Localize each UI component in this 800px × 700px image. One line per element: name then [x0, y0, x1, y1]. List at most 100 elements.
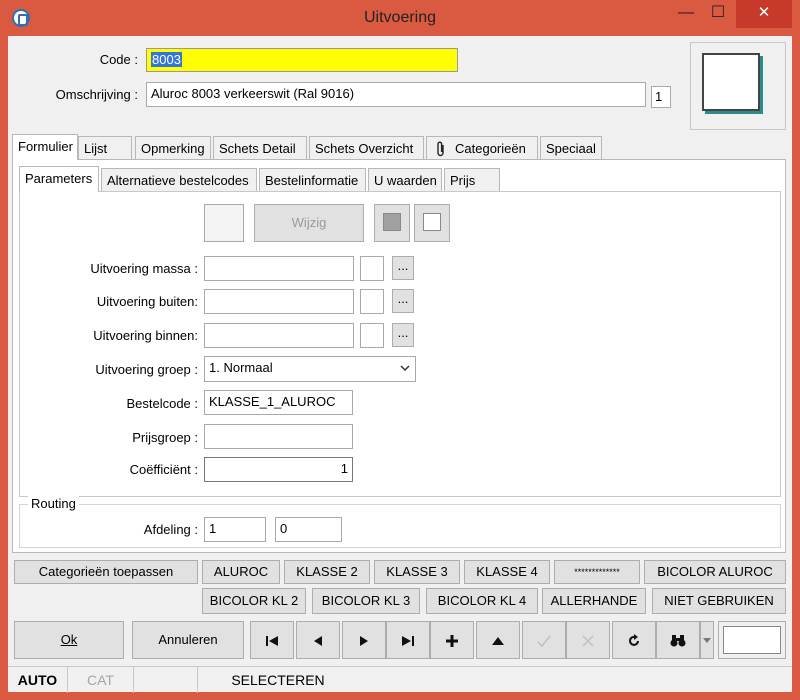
code-label: Code : — [99, 52, 138, 67]
code-input[interactable]: 8003 — [146, 48, 458, 72]
cat-niet-gebruiken-button[interactable]: NIET GEBRUIKEN — [652, 588, 786, 614]
search-options-button[interactable] — [700, 621, 714, 659]
cat-klasse-3-button[interactable]: KLASSE 3 — [374, 560, 460, 584]
first-record-button[interactable] — [250, 621, 294, 659]
previous-icon — [314, 636, 322, 647]
tab-categorieen[interactable]: Categorieën — [426, 136, 538, 160]
plus-icon — [446, 635, 458, 648]
dialog-client: Code : 8003 Omschrijving : Aluroc 8003 v… — [8, 36, 792, 693]
subtab-alternatieve-bestelcodes[interactable]: Alternatieve bestelcodes — [101, 168, 257, 192]
ok-button[interactable]: Ok — [14, 621, 124, 659]
binnen-label: Uitvoering binnen: — [93, 328, 198, 343]
binnen-browse-button[interactable]: ... — [392, 323, 414, 347]
first-icon — [266, 636, 278, 647]
maximize-button[interactable]: ☐ — [702, 0, 734, 28]
binnen-color-box[interactable] — [360, 323, 384, 348]
buiten-color-box[interactable] — [360, 289, 384, 314]
massa-input[interactable] — [204, 256, 354, 281]
cancel-record-button[interactable] — [566, 621, 610, 659]
coefficient-label: Coëfficiënt : — [129, 462, 198, 477]
massa-color-box[interactable] — [360, 256, 384, 281]
counter-field: 1 — [651, 86, 671, 108]
add-record-button[interactable] — [430, 621, 474, 659]
status-bar: AUTO CAT SELECTEREN — [8, 666, 792, 693]
tab-formulier[interactable]: Formulier — [12, 134, 78, 160]
checkmark-icon — [537, 635, 551, 648]
status-auto: AUTO — [8, 667, 68, 693]
status-selecteren: SELECTEREN — [231, 672, 325, 688]
subtab-bestelinformatie[interactable]: Bestelinformatie — [259, 168, 366, 192]
quick-search-input[interactable] — [723, 626, 781, 654]
parameters-panel: Wijzig Uitvoering massa : ... Uitvoering… — [19, 191, 781, 497]
subtab-parameters[interactable]: Parameters — [19, 166, 99, 192]
close-button[interactable]: ✕ — [736, 0, 792, 28]
buiten-input[interactable] — [204, 289, 354, 314]
chevron-down-icon — [400, 365, 410, 372]
wijzig-button[interactable]: Wijzig — [254, 204, 364, 242]
afdeling-input-1[interactable]: 1 — [204, 517, 266, 542]
prijsgroep-input[interactable] — [204, 424, 353, 449]
tab-speciaal[interactable]: Speciaal — [540, 136, 602, 160]
cat-bicolor-aluroc-button[interactable]: BICOLOR ALUROC — [644, 560, 786, 584]
next-icon — [360, 636, 368, 647]
bestelcode-label: Bestelcode : — [126, 396, 198, 411]
cat-stars-button[interactable]: ************* — [554, 560, 640, 584]
code-value: 8003 — [151, 52, 182, 67]
tab-opmerking[interactable]: Opmerking — [135, 136, 211, 160]
previous-record-button[interactable] — [296, 621, 340, 659]
minimize-button[interactable]: — — [670, 0, 702, 28]
massa-label: Uitvoering massa : — [90, 261, 198, 276]
triangle-up-icon — [492, 637, 504, 646]
subtab-prijs[interactable]: Prijs — [444, 168, 500, 192]
description-label: Omschrijving : — [55, 87, 138, 102]
annuleren-button[interactable]: Annuleren — [132, 621, 244, 659]
paperclip-icon — [437, 141, 444, 157]
search-button[interactable] — [656, 621, 700, 659]
prijsgroep-label: Prijsgroep : — [132, 430, 198, 445]
filled-square-icon — [383, 213, 401, 231]
binnen-input[interactable] — [204, 323, 354, 348]
tab-schets-overzicht[interactable]: Schets Overzicht — [309, 136, 424, 160]
fill-color-button[interactable] — [374, 204, 410, 242]
tab-schets-detail[interactable]: Schets Detail — [213, 136, 307, 160]
tab-categorieen-label: Categorieën — [455, 141, 526, 156]
status-empty — [134, 667, 198, 693]
cat-bicolor-kl4-button[interactable]: BICOLOR KL 4 — [426, 588, 538, 614]
title-bar[interactable]: Uitvoering — ☐ ✕ — [0, 0, 800, 36]
subtab-u-waarden[interactable]: U waarden — [368, 168, 442, 192]
tab-lijst[interactable]: Lijst — [78, 136, 132, 160]
buiten-label: Uitvoering buiten: — [96, 294, 198, 309]
main-tab-bar: Formulier Lijst Opmerking Schets Detail … — [12, 134, 792, 160]
cat-klasse-2-button[interactable]: KLASSE 2 — [284, 560, 370, 584]
cat-bicolor-kl2-button[interactable]: BICOLOR KL 2 — [202, 588, 306, 614]
quick-search-box[interactable] — [718, 621, 786, 659]
next-record-button[interactable] — [342, 621, 386, 659]
cat-aluroc-button[interactable]: ALUROC — [202, 560, 280, 584]
color-preview-swatch — [702, 53, 760, 111]
description-input[interactable]: Aluroc 8003 verkeerswit (Ral 9016) — [146, 82, 646, 107]
groep-label: Uitvoering groep : — [95, 362, 198, 377]
categorieen-toepassen-button[interactable]: Categorieën toepassen — [14, 560, 198, 584]
massa-browse-button[interactable]: ... — [392, 256, 414, 280]
buiten-browse-button[interactable]: ... — [392, 289, 414, 313]
afdeling-label: Afdeling : — [143, 522, 198, 537]
refresh-button[interactable] — [612, 621, 656, 659]
coefficient-input[interactable]: 1 — [204, 457, 353, 482]
refresh-icon — [629, 634, 639, 647]
color-swatch[interactable] — [204, 204, 244, 242]
bestelcode-input[interactable]: KLASSE_1_ALUROC — [204, 390, 353, 415]
last-record-button[interactable] — [386, 621, 430, 659]
color-preview-box — [690, 42, 786, 130]
edit-record-button[interactable] — [476, 621, 520, 659]
chevron-down-icon — [703, 638, 711, 644]
cat-klasse-4-button[interactable]: KLASSE 4 — [464, 560, 550, 584]
status-cat: CAT — [68, 667, 134, 693]
routing-title: Routing — [28, 496, 79, 511]
clear-color-button[interactable] — [414, 204, 450, 242]
confirm-record-button[interactable] — [522, 621, 566, 659]
routing-group: Routing Afdeling : 1 0 — [19, 496, 781, 548]
groep-select[interactable]: 1. Normaal — [204, 356, 416, 382]
afdeling-input-2[interactable]: 0 — [275, 517, 342, 542]
cat-allerhande-button[interactable]: ALLERHANDE — [542, 588, 646, 614]
cat-bicolor-kl3-button[interactable]: BICOLOR KL 3 — [312, 588, 420, 614]
